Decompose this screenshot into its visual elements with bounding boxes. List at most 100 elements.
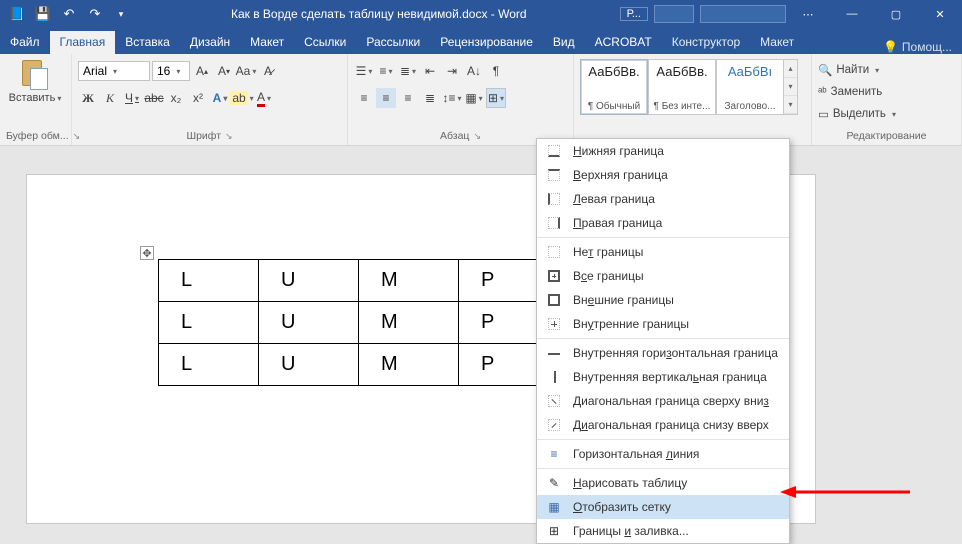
strike-button[interactable]: abc (144, 88, 164, 108)
replace-icon: ᵃᵇ (818, 86, 827, 98)
tab-home[interactable]: Главная (50, 31, 116, 54)
tab-view[interactable]: Вид (543, 31, 585, 54)
group-clipboard: Вставить▾ Буфер обм...↘ (0, 54, 72, 145)
tab-insert[interactable]: Вставка (115, 31, 180, 54)
border-inside-v-item[interactable]: Внутренняя вертикальная граница (537, 365, 789, 389)
close-button[interactable]: ✕ (918, 0, 962, 28)
horizontal-line-item[interactable]: ≡Горизонтальная линия (537, 442, 789, 466)
style-heading1[interactable]: АаБбВı Заголово... (716, 59, 784, 115)
align-center-button[interactable]: ≡ (376, 88, 396, 108)
table-cell[interactable]: M (359, 344, 459, 386)
border-left-item[interactable]: Левая граница (537, 187, 789, 211)
border-diag-down-item[interactable]: Диагональная граница сверху вниз (537, 389, 789, 413)
undo-button[interactable]: ↶ (58, 3, 80, 25)
view-gridlines-item[interactable]: ▦Отобразить сетку (537, 495, 789, 519)
table-cell[interactable]: U (259, 302, 359, 344)
find-button[interactable]: 🔍Найти▾ (818, 60, 955, 80)
border-top-item[interactable]: Верхняя граница (537, 163, 789, 187)
font-label: Шрифт↘ (78, 128, 341, 145)
numbering-button[interactable]: ≡▾ (376, 61, 396, 81)
table-cell[interactable]: U (259, 260, 359, 302)
save-button[interactable]: 💾 (32, 3, 54, 25)
font-name-combo[interactable]: Arial▾ (78, 61, 150, 81)
table-tools-label: Р... (620, 7, 648, 21)
superscript-button[interactable]: x² (188, 88, 208, 108)
maximize-button[interactable]: ▢ (874, 0, 918, 28)
table-cell[interactable]: L (159, 260, 259, 302)
tell-me[interactable]: 💡 Помощ... (873, 40, 962, 54)
subscript-button[interactable]: x₂ (166, 88, 186, 108)
styles-gallery-expand[interactable]: ▴▾▾ (784, 59, 798, 115)
multilevel-button[interactable]: ≣▾ (398, 61, 418, 81)
tab-references[interactable]: Ссылки (294, 31, 356, 54)
tab-file[interactable]: Файл (0, 31, 50, 54)
align-right-button[interactable]: ≡ (398, 88, 418, 108)
tab-mailings[interactable]: Рассылки (356, 31, 430, 54)
select-button[interactable]: ▭Выделить▾ (818, 104, 955, 124)
replace-button[interactable]: ᵃᵇЗаменить (818, 82, 955, 102)
select-icon: ▭ (818, 107, 829, 121)
justify-button[interactable]: ≣ (420, 88, 440, 108)
border-none-item[interactable]: Нет границы (537, 240, 789, 264)
text-effects-button[interactable]: A▾ (210, 88, 230, 108)
border-all-item[interactable]: Все границы (537, 264, 789, 288)
border-diag-up-item[interactable]: Диагональная граница снизу вверх (537, 413, 789, 437)
styles-gallery[interactable]: АаБбВв. ¶ Обычный АаБбВв. ¶ Без инте... … (580, 59, 784, 115)
increase-font-button[interactable]: A▴ (192, 61, 212, 81)
redo-button[interactable]: ↷ (84, 3, 106, 25)
minimize-button[interactable]: — (830, 0, 874, 28)
ribbon-options-button[interactable]: ⋯ (786, 0, 830, 28)
table-cell[interactable]: L (159, 302, 259, 344)
user-avatar[interactable] (654, 5, 694, 23)
decrease-font-button[interactable]: A▾ (214, 61, 234, 81)
window-controls: ⋯ — ▢ ✕ (786, 0, 962, 28)
table-cell[interactable]: L (159, 344, 259, 386)
style-nospacing[interactable]: АаБбВв. ¶ Без инте... (648, 59, 716, 115)
paste-button[interactable]: Вставить▾ (6, 56, 64, 104)
tab-table-layout[interactable]: Макет (750, 31, 804, 54)
font-color-button[interactable]: A▾ (254, 88, 274, 108)
tab-review[interactable]: Рецензирование (430, 31, 543, 54)
borders-shading-item[interactable]: ⊞Границы и заливка... (537, 519, 789, 543)
align-left-button[interactable]: ≡ (354, 88, 374, 108)
table-cell[interactable]: M (359, 260, 459, 302)
clear-format-button[interactable]: A̷ (258, 61, 278, 81)
underline-button[interactable]: Ч▾ (122, 88, 142, 108)
decrease-indent-button[interactable]: ⇤ (420, 61, 440, 81)
menu-divider (537, 468, 789, 469)
increase-indent-button[interactable]: ⇥ (442, 61, 462, 81)
menu-divider (537, 338, 789, 339)
table-cell[interactable]: U (259, 344, 359, 386)
bullets-button[interactable]: ☰▾ (354, 61, 374, 81)
menu-divider (537, 237, 789, 238)
word-icon[interactable]: 📘 (6, 3, 28, 25)
search-icon: 🔍 (818, 63, 832, 77)
border-bottom-item[interactable]: ННижняя границаижняя граница (537, 139, 789, 163)
table-move-handle[interactable]: ✥ (140, 246, 154, 260)
menu-divider (537, 439, 789, 440)
tab-table-design[interactable]: Конструктор (662, 31, 750, 54)
border-right-item[interactable]: Правая граница (537, 211, 789, 235)
show-marks-button[interactable]: ¶ (486, 61, 506, 81)
table-cell[interactable]: M (359, 302, 459, 344)
qat-customize[interactable]: ▾ (110, 3, 132, 25)
border-inside-item[interactable]: Внутренние границы (537, 312, 789, 336)
tab-layout[interactable]: Макет (240, 31, 294, 54)
change-case-button[interactable]: Aa▾ (236, 61, 256, 81)
style-normal[interactable]: АаБбВв. ¶ Обычный (580, 59, 648, 115)
user-name[interactable] (700, 5, 786, 23)
tab-acrobat[interactable]: ACROBAT (585, 31, 662, 54)
bold-button[interactable]: Ж (78, 88, 98, 108)
highlight-button[interactable]: ab▾ (232, 88, 252, 108)
draw-table-item[interactable]: ✎Нарисовать таблицу (537, 471, 789, 495)
shading-button[interactable]: ▦▾ (464, 88, 484, 108)
border-outside-item[interactable]: Внешние границы (537, 288, 789, 312)
tab-design[interactable]: Дизайн (180, 31, 240, 54)
editing-label: Редактирование (818, 128, 955, 145)
italic-button[interactable]: К (100, 88, 120, 108)
borders-button[interactable]: ⊞▾ (486, 88, 506, 108)
sort-button[interactable]: A↓ (464, 61, 484, 81)
font-size-combo[interactable]: 16▾ (152, 61, 190, 81)
line-spacing-button[interactable]: ↕≡▾ (442, 88, 462, 108)
border-inside-h-item[interactable]: Внутренняя горизонтальная граница (537, 341, 789, 365)
